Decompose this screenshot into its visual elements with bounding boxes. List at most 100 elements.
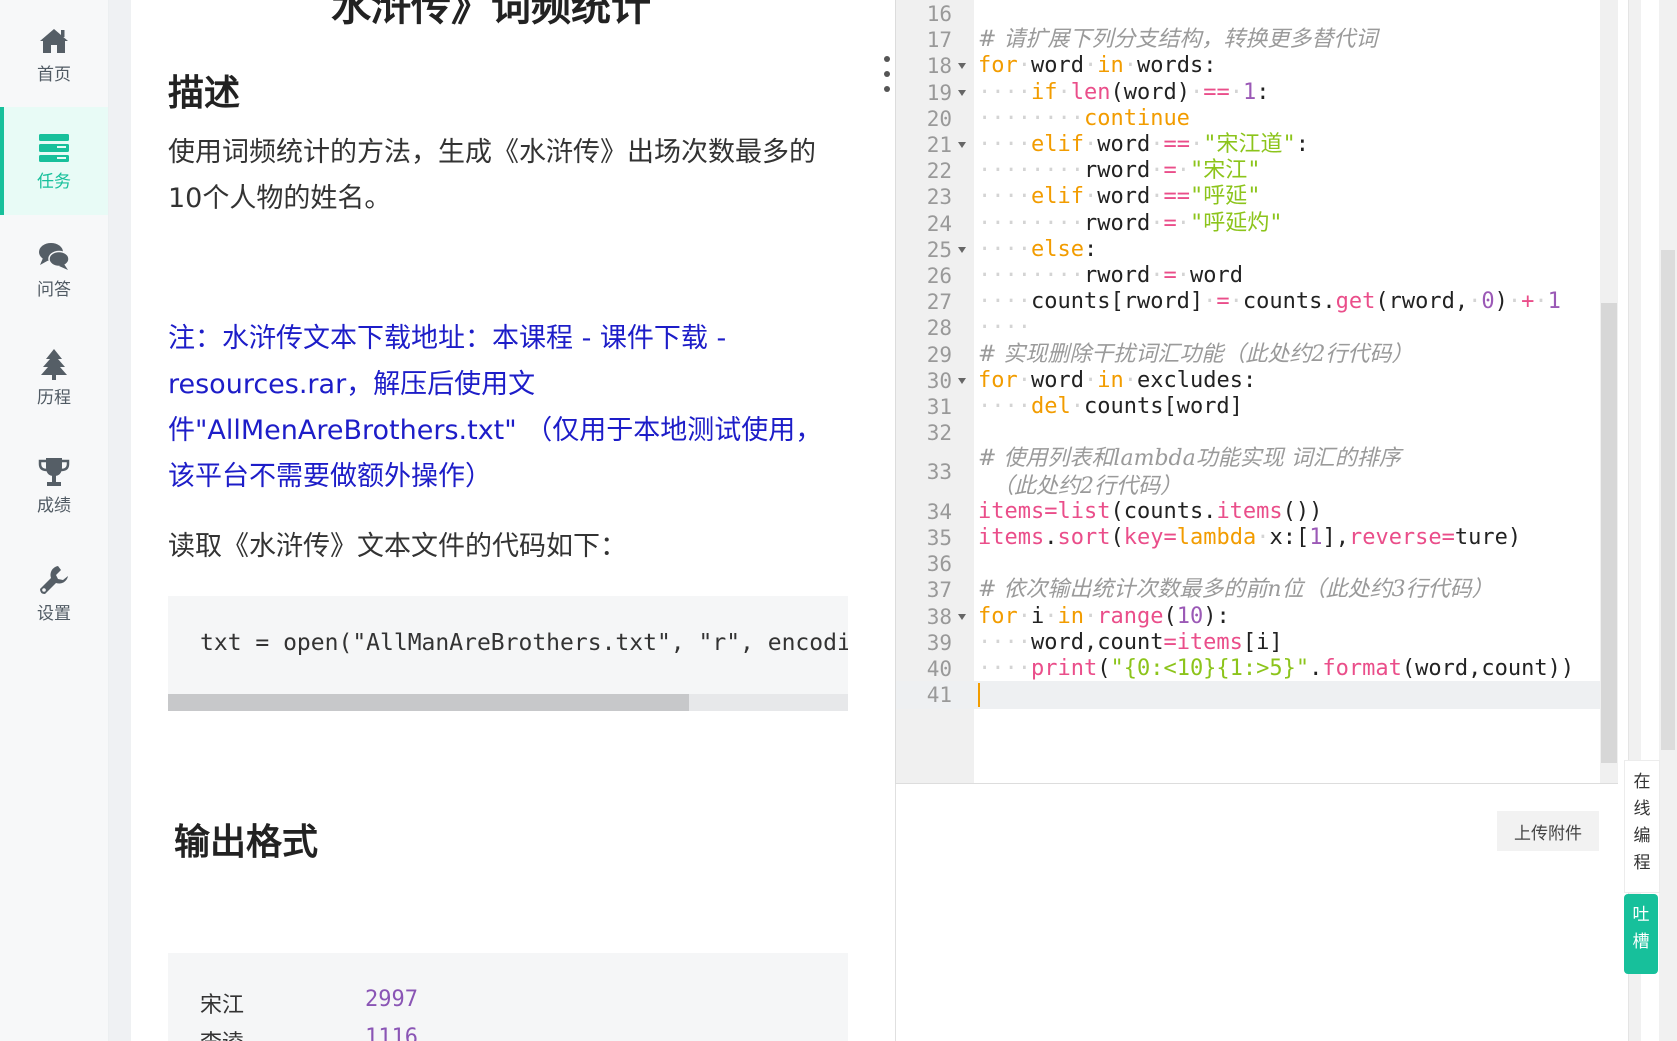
line-number: 30 [926, 368, 952, 393]
editor-line[interactable]: 39 ····word,count=items[i] [896, 629, 1602, 657]
editor-scrollbar[interactable] [1600, 0, 1618, 783]
code-text: ········continue [978, 105, 1190, 131]
text-cursor [978, 683, 980, 708]
line-number: 39 [926, 630, 952, 655]
panel-gutter [109, 0, 131, 1041]
tree-icon [41, 348, 67, 380]
code-text: # 使用列表和lambda功能实现 词汇的排序 （此处约2行代码） [978, 446, 1401, 500]
fold-toggle-icon[interactable] [958, 63, 966, 70]
nav-label-scores: 成绩 [37, 495, 71, 516]
upload-attachment-button[interactable]: 上传附件 [1497, 811, 1599, 851]
output-format-heading: 输出格式 [174, 822, 319, 863]
output-row: 李逵 1116 [200, 1025, 418, 1041]
nav-item-scores[interactable]: 成绩 [0, 431, 108, 539]
fold-toggle-icon[interactable] [958, 377, 966, 384]
code-text: ········rword·=·"呼延灼" [978, 210, 1283, 236]
editor-line[interactable]: 23 ····elif·word·=="呼延" [896, 183, 1602, 211]
description-panel: 水浒传》词频统计 描述 使用词频统计的方法，生成《水浒传》出场次数最多的10个人… [131, 0, 876, 1041]
code-sample-scrollbar[interactable] [168, 694, 848, 711]
line-number: 41 [926, 683, 952, 708]
line-number: 32 [926, 421, 952, 446]
code-text: for·i·in·range(10): [978, 603, 1230, 629]
editor-line[interactable]: 41 [896, 681, 1602, 710]
page-scroll-thumb[interactable] [1661, 250, 1675, 750]
read-file-text: 读取《水浒传》文本文件的代码如下： [168, 531, 627, 562]
wrench-icon [40, 565, 68, 594]
editor-line[interactable]: 31 ····del·counts[word] [896, 393, 1602, 421]
panel-resize-handle[interactable] [884, 56, 892, 112]
fold-toggle-icon[interactable] [958, 613, 966, 620]
editor-line[interactable]: 32 [896, 419, 1602, 447]
output-name: 李逵 [200, 1031, 244, 1041]
output-row: 宋江 2997 [200, 987, 418, 1019]
line-number: 37 [926, 578, 952, 603]
feedback-button[interactable]: 吐槽 [1624, 894, 1658, 974]
editor-line[interactable]: 29 # 实现删除干扰词汇功能（此处约2行代码） [896, 341, 1602, 369]
code-text: ····else: [978, 236, 1098, 262]
editor-line[interactable]: 17 # 请扩展下列分支结构，转换更多替代词 [896, 26, 1602, 54]
editor-line[interactable]: 38 for·i·in·range(10): [896, 603, 1602, 631]
fold-toggle-icon[interactable] [958, 89, 966, 96]
nav-item-settings[interactable]: 设置 [0, 539, 108, 647]
editor-line[interactable]: 20 ········continue [896, 105, 1602, 133]
line-number: 40 [926, 657, 952, 681]
editor-line[interactable]: 36 [896, 550, 1602, 578]
code-sample-scroll-thumb[interactable] [168, 694, 689, 711]
code-text: ····elif·word·=="呼延" [978, 184, 1261, 210]
line-number: 35 [926, 526, 952, 550]
fold-toggle-icon[interactable] [958, 142, 966, 148]
line-number: 24 [926, 211, 952, 236]
output-sample: 宋江 2997 李逵 1116 [168, 953, 848, 1041]
code-text: # 请扩展下列分支结构，转换更多替代词 [978, 27, 1378, 53]
code-text: for·word·in·words: [978, 53, 1217, 79]
nav-item-history[interactable]: 历程 [0, 323, 108, 431]
editor-line[interactable]: 22 ········rword·=·"宋江" [896, 157, 1602, 185]
line-number: 34 [926, 499, 952, 524]
code-editor[interactable]: 16 17 # 请扩展下列分支结构，转换更多替代词 18 for·word·in·wor… [895, 0, 1618, 784]
code-text: ····if·len(word)·==·1: [978, 79, 1270, 105]
nav-label-history: 历程 [37, 387, 71, 408]
description-text: 使用词频统计的方法，生成《水浒传》出场次数最多的10个人物的姓名。 [168, 137, 816, 214]
line-number: 29 [926, 342, 952, 367]
code-text: items.sort(key=lambda·x:[1],reverse=ture… [978, 525, 1522, 550]
online-coding-tab[interactable]: 在线编程 [1624, 760, 1660, 893]
line-number: 16 [926, 2, 952, 26]
line-number: 22 [926, 159, 952, 184]
code-text: for·word·in·excludes: [978, 367, 1257, 393]
download-note[interactable]: 注：水浒传文本下载地址：本课程 - 课件下载 - resources.rar，解… [168, 316, 838, 500]
page-scrollbar[interactable] [1659, 0, 1677, 1041]
editor-line[interactable]: 33 # 使用列表和lambda功能实现 词汇的排序 （此处约2行代码） [896, 445, 1602, 499]
nav-item-home[interactable]: 首页 [0, 0, 108, 108]
editor-line[interactable]: 27 ····counts[rword]·=·counts.get(rword,·… [896, 288, 1602, 316]
editor-line[interactable]: 24 ········rword·=·"呼延灼" [896, 210, 1602, 238]
editor-line[interactable]: 26 ········rword·=·word [896, 262, 1602, 290]
chat-bubbles-icon [39, 242, 70, 270]
editor-line[interactable]: 28 ···· [896, 314, 1602, 342]
line-number: 21 [926, 133, 952, 157]
code-text: ····del·counts[word] [978, 394, 1243, 419]
editor-line[interactable]: 25 ····else: [896, 236, 1602, 264]
line-number: 17 [926, 28, 952, 53]
editor-line[interactable]: 37 # 依次输出统计次数最多的前n位（此处约3行代码） [896, 576, 1602, 604]
nav-item-qa[interactable]: 问答 [0, 215, 108, 323]
editor-line[interactable]: 40 ····print("{0:<10}{1:>5}".format(word,… [896, 655, 1602, 683]
output-name: 宋江 [200, 993, 245, 1018]
code-text: items=list(counts.items()) [978, 498, 1323, 524]
code-text: # 实现删除干扰词汇功能（此处约2行代码） [978, 341, 1442, 367]
editor-line[interactable]: 30 for·word·in·excludes: [896, 367, 1602, 395]
output-count: 1116 [365, 1025, 418, 1041]
line-number: 18 [926, 54, 952, 79]
fold-toggle-icon[interactable] [958, 246, 966, 253]
home-icon [40, 28, 68, 53]
line-number: 25 [926, 237, 952, 262]
editor-line[interactable]: 19 ····if·len(word)·==·1: [896, 79, 1602, 107]
nav-item-tasks[interactable]: 任务 [0, 107, 108, 215]
line-number: 31 [926, 395, 952, 419]
trophy-icon [38, 457, 70, 486]
editor-line[interactable]: 34 items=list(counts.items()) [896, 498, 1602, 526]
editor-line[interactable]: 21 ····elif·word·==·"宋江道": [896, 131, 1602, 159]
editor-scroll-thumb[interactable] [1601, 303, 1617, 763]
editor-line[interactable]: 18 for·word·in·words: [896, 52, 1602, 80]
editor-line[interactable]: 16 [896, 0, 1602, 28]
editor-line[interactable]: 35 items.sort(key=lambda·x:[1],reverse=tu… [896, 524, 1602, 552]
